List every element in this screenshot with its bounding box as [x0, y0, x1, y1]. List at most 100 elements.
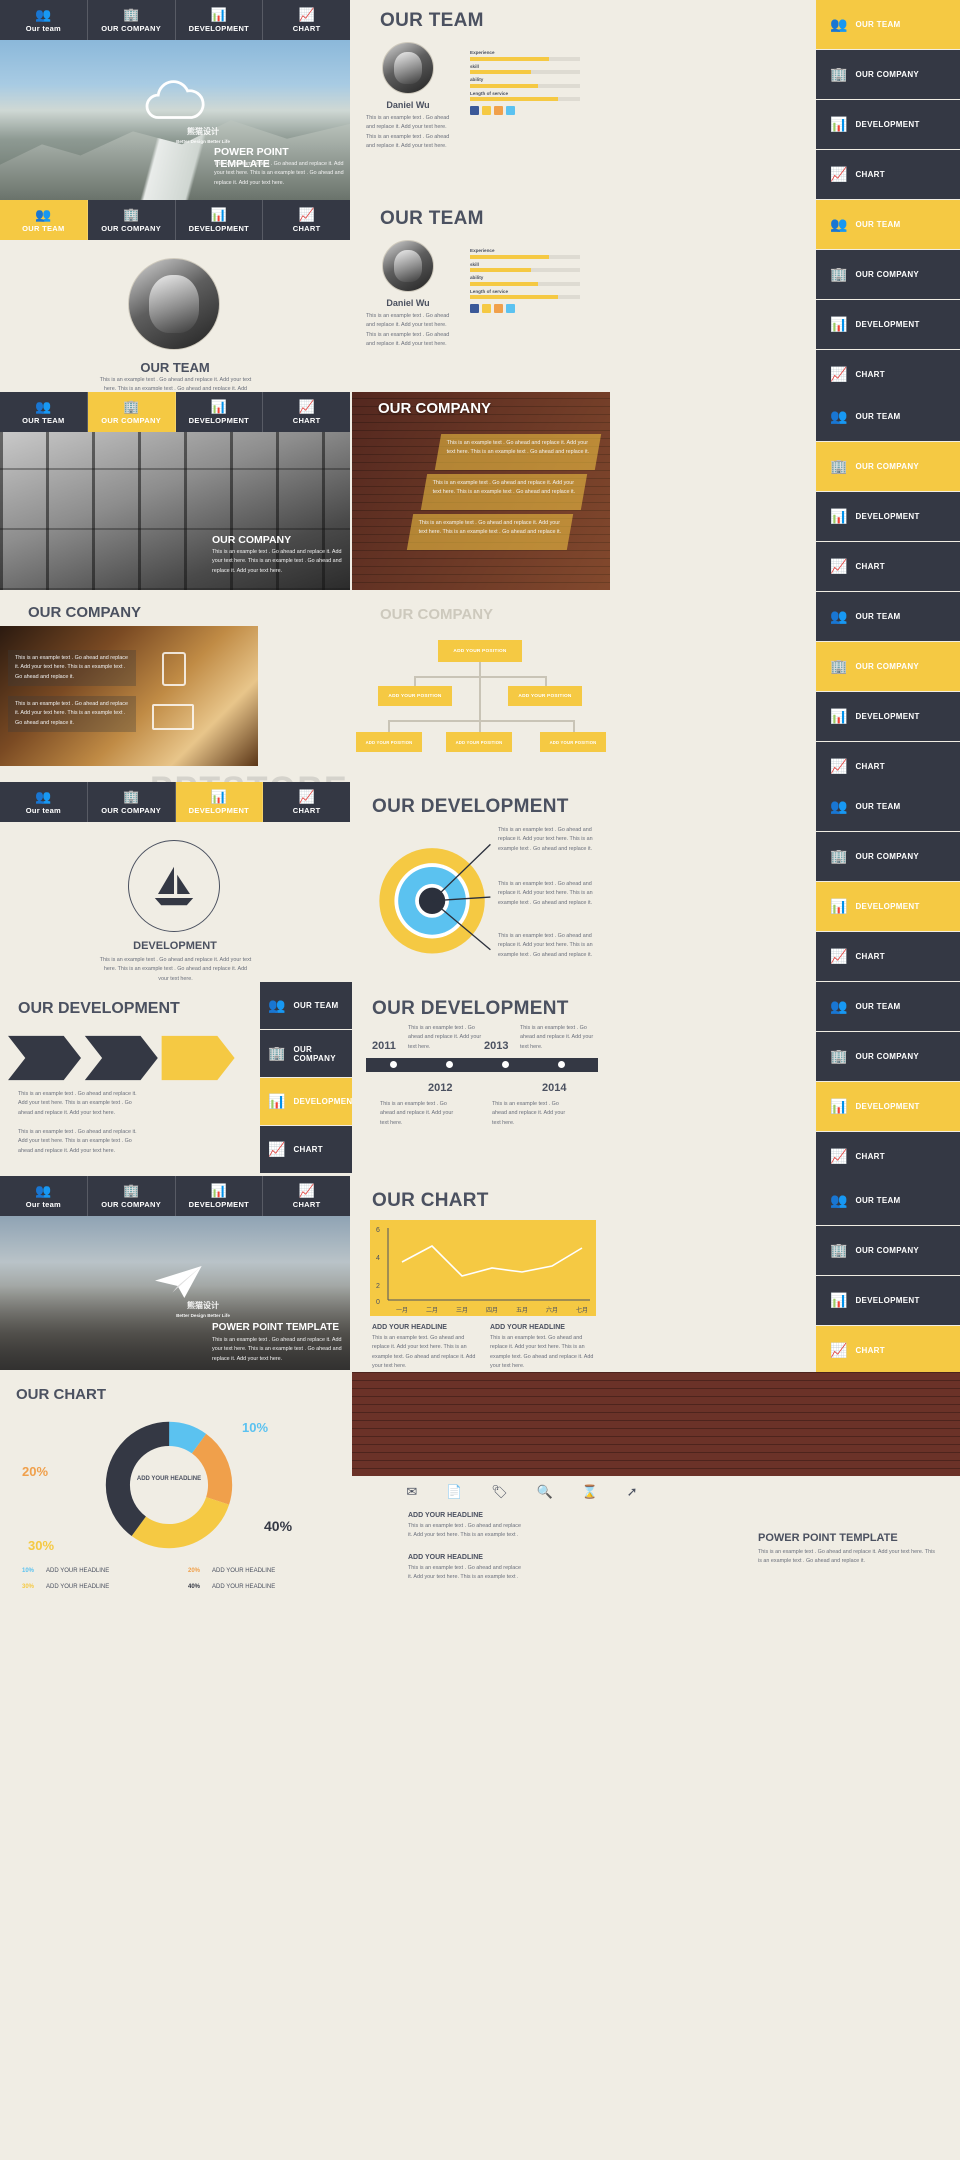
org-node[interactable]: ADD YOUR POSITION — [378, 686, 452, 706]
rail-item-company[interactable]: 🏢 OUR COMPANY — [816, 1226, 960, 1276]
rail-item-chart[interactable]: 📈 CHART — [816, 1132, 960, 1182]
top-nav-3[interactable]: 👥 OUR TEAM 🏢 OUR COMPANY 📊 DEVELOPMENT 📈… — [0, 392, 350, 432]
rail-item-chart[interactable]: 📈 CHART — [260, 1126, 352, 1174]
nav-label: CHART — [292, 23, 321, 33]
rail-item-team[interactable]: 👥 OUR TEAM — [816, 0, 960, 50]
phone-icon — [162, 652, 186, 686]
mail-icon[interactable] — [506, 304, 515, 313]
social-links[interactable] — [470, 304, 580, 313]
rail-item-development[interactable]: 📊 DEVELOPMENT — [816, 692, 960, 742]
top-nav-1[interactable]: 👥 Our team 🏢 OUR COMPANY 📊 DEVELOPMENT 📈… — [0, 0, 350, 40]
nav-item-company[interactable]: 🏢 OUR COMPANY — [88, 782, 176, 822]
right-rail-1[interactable]: 👥 OUR TEAM 🏢 OUR COMPANY 📊 DEVELOPMENT 📈… — [816, 0, 960, 200]
rail-item-development[interactable]: 📊 DEVELOPMENT — [260, 1078, 352, 1126]
rail-label: OUR TEAM — [855, 612, 901, 621]
rail-item-chart[interactable]: 📈 CHART — [816, 150, 960, 200]
facebook-icon[interactable] — [470, 304, 479, 313]
nav-item-development[interactable]: 📊 DEVELOPMENT — [176, 392, 264, 432]
chart-icon: 📈 — [830, 366, 848, 382]
rail-item-company[interactable]: 🏢 OUR COMPANY — [816, 832, 960, 882]
section-body: This is an example text . Go ahead and r… — [99, 377, 252, 390]
mini-rail-6[interactable]: 👥 OUR TEAM 🏢 OUR COMPANY 📊 DEVELOPMENT 📈… — [260, 982, 352, 1174]
mail-icon[interactable] — [506, 106, 515, 115]
nav-item-company[interactable]: 🏢 OUR COMPANY — [88, 1176, 176, 1216]
card-icon[interactable]: 📄 — [446, 1484, 462, 1500]
rail-item-company[interactable]: 🏢 OUR COMPANY — [260, 1030, 352, 1078]
presentation-icon: 📊 — [830, 316, 848, 332]
nav-item-development[interactable]: 📊 DEVELOPMENT — [176, 200, 264, 240]
rail-item-development[interactable]: 📊 DEVELOPMENT — [816, 882, 960, 932]
nav-item-company[interactable]: 🏢 OUR COMPANY — [87, 392, 176, 432]
rail-item-development[interactable]: 📊 DEVELOPMENT — [816, 1082, 960, 1132]
rocket-icon[interactable]: ➚ — [627, 1484, 638, 1500]
slide-title: OUR DEVELOPMENT — [372, 998, 569, 1019]
nav-item-team[interactable]: 👥 OUR TEAM — [0, 392, 88, 432]
org-node[interactable]: ADD YOUR POSITION — [356, 732, 422, 752]
rail-item-company[interactable]: 🏢 OUR COMPANY — [816, 250, 960, 300]
nav-item-chart[interactable]: 📈 CHART — [263, 782, 350, 822]
top-nav-4[interactable]: 👥 Our team 🏢 OUR COMPANY 📊 DEVELOPMENT 📈… — [0, 782, 350, 822]
top-nav-2[interactable]: 👥 OUR TEAM 🏢 OUR COMPANY 📊 DEVELOPMENT 📈… — [0, 200, 350, 240]
right-rail-3[interactable]: 👥 OUR TEAM 🏢 OUR COMPANY 📊 DEVELOPMENT 📈… — [816, 392, 960, 592]
right-rail-6[interactable]: 👥 OUR TEAM 🏢 OUR COMPANY 📊 DEVELOPMENT 📈… — [816, 982, 960, 1182]
rail-item-company[interactable]: 🏢 OUR COMPANY — [816, 642, 960, 692]
rail-item-development[interactable]: 📊 DEVELOPMENT — [816, 100, 960, 150]
org-node[interactable]: ADD YOUR POSITION — [540, 732, 606, 752]
rail-item-team[interactable]: 👥 OUR TEAM — [816, 1176, 960, 1226]
rail-item-development[interactable]: 📊 DEVELOPMENT — [816, 492, 960, 542]
rail-item-chart[interactable]: 📈 CHART — [816, 1326, 960, 1376]
rail-item-company[interactable]: 🏢 OUR COMPANY — [816, 1032, 960, 1082]
twitter-icon[interactable] — [482, 304, 491, 313]
right-rail-5[interactable]: 👥 OUR TEAM 🏢 OUR COMPANY 📊 DEVELOPMENT 📈… — [816, 782, 960, 982]
nav-item-chart[interactable]: 📈 CHART — [263, 392, 350, 432]
rail-item-development[interactable]: 📊 DEVELOPMENT — [816, 300, 960, 350]
right-rail-4[interactable]: 👥 OUR TEAM 🏢 OUR COMPANY 📊 DEVELOPMENT 📈… — [816, 592, 960, 792]
text-card: This is an example text . Go ahead and r… — [8, 696, 136, 732]
nav-item-company[interactable]: 🏢 OUR COMPANY — [88, 200, 176, 240]
nav-item-development[interactable]: 📊 DEVELOPMENT — [176, 1176, 264, 1216]
rail-item-chart[interactable]: 📈 CHART — [816, 542, 960, 592]
hourglass-icon[interactable]: ⌛ — [582, 1484, 598, 1500]
rail-item-team[interactable]: 👥 OUR TEAM — [260, 982, 352, 1030]
rail-item-team[interactable]: 👥 OUR TEAM — [816, 782, 960, 832]
timeline-note: This is an example text . Go ahead and r… — [408, 1025, 482, 1050]
mail-icon[interactable]: ✉ — [406, 1484, 417, 1500]
rss-icon[interactable] — [494, 304, 503, 313]
tag-icon[interactable]: 🏷 — [491, 1484, 508, 1500]
brand-logo-cn: 熊猫设计 — [187, 127, 219, 136]
contact-icon-row[interactable]: ✉ 📄 🏷 🔍 ⌛ ➚ — [392, 1484, 652, 1500]
top-nav-5[interactable]: 👥 Our team 🏢 OUR COMPANY 📊 DEVELOPMENT 📈… — [0, 1176, 350, 1216]
rail-label: DEVELOPMENT — [293, 1097, 352, 1106]
nav-item-development[interactable]: 📊 DEVELOPMENT — [176, 0, 264, 40]
rail-item-company[interactable]: 🏢 OUR COMPANY — [816, 50, 960, 100]
rail-item-team[interactable]: 👥 OUR TEAM — [816, 982, 960, 1032]
org-node[interactable]: ADD YOUR POSITION — [508, 686, 582, 706]
nav-item-chart[interactable]: 📈 CHART — [263, 0, 350, 40]
nav-item-development[interactable]: 📊 DEVELOPMENT — [175, 782, 264, 822]
search-icon[interactable]: 🔍 — [537, 1484, 553, 1500]
nav-item-chart[interactable]: 📈 CHART — [263, 200, 350, 240]
nav-item-company[interactable]: 🏢 OUR COMPANY — [88, 0, 176, 40]
right-rail-2[interactable]: 👥 OUR TEAM 🏢 OUR COMPANY 📊 DEVELOPMENT 📈… — [816, 200, 960, 400]
nav-item-team[interactable]: 👥 Our team — [0, 1176, 88, 1216]
rail-item-team[interactable]: 👥 OUR TEAM — [816, 392, 960, 442]
social-links[interactable] — [470, 106, 580, 115]
nav-label: DEVELOPMENT — [188, 223, 250, 233]
org-node[interactable]: ADD YOUR POSITION — [446, 732, 512, 752]
right-rail-7[interactable]: 👥 OUR TEAM 🏢 OUR COMPANY 📊 DEVELOPMENT 📈… — [816, 1176, 960, 1376]
twitter-icon[interactable] — [482, 106, 491, 115]
nav-item-team[interactable]: 👥 Our team — [0, 0, 88, 40]
nav-item-chart[interactable]: 📈 CHART — [263, 1176, 350, 1216]
nav-item-team[interactable]: 👥 OUR TEAM — [0, 200, 88, 240]
line-chart-svg: 6 4 2 0 一月 二月 三月 四月 五月 六月 七月 — [376, 1227, 590, 1314]
rail-item-company[interactable]: 🏢 OUR COMPANY — [816, 442, 960, 492]
rail-item-team[interactable]: 👥 OUR TEAM — [816, 592, 960, 642]
rail-item-team[interactable]: 👥 OUR TEAM — [816, 200, 960, 250]
rail-item-development[interactable]: 📊 DEVELOPMENT — [816, 1276, 960, 1326]
facebook-icon[interactable] — [470, 106, 479, 115]
rail-item-chart[interactable]: 📈 CHART — [816, 932, 960, 982]
nav-item-team[interactable]: 👥 Our team — [0, 782, 88, 822]
section-body: This is an example text . Go ahead and r… — [99, 957, 252, 980]
org-node-root[interactable]: ADD YOUR POSITION — [438, 640, 522, 662]
rss-icon[interactable] — [494, 106, 503, 115]
